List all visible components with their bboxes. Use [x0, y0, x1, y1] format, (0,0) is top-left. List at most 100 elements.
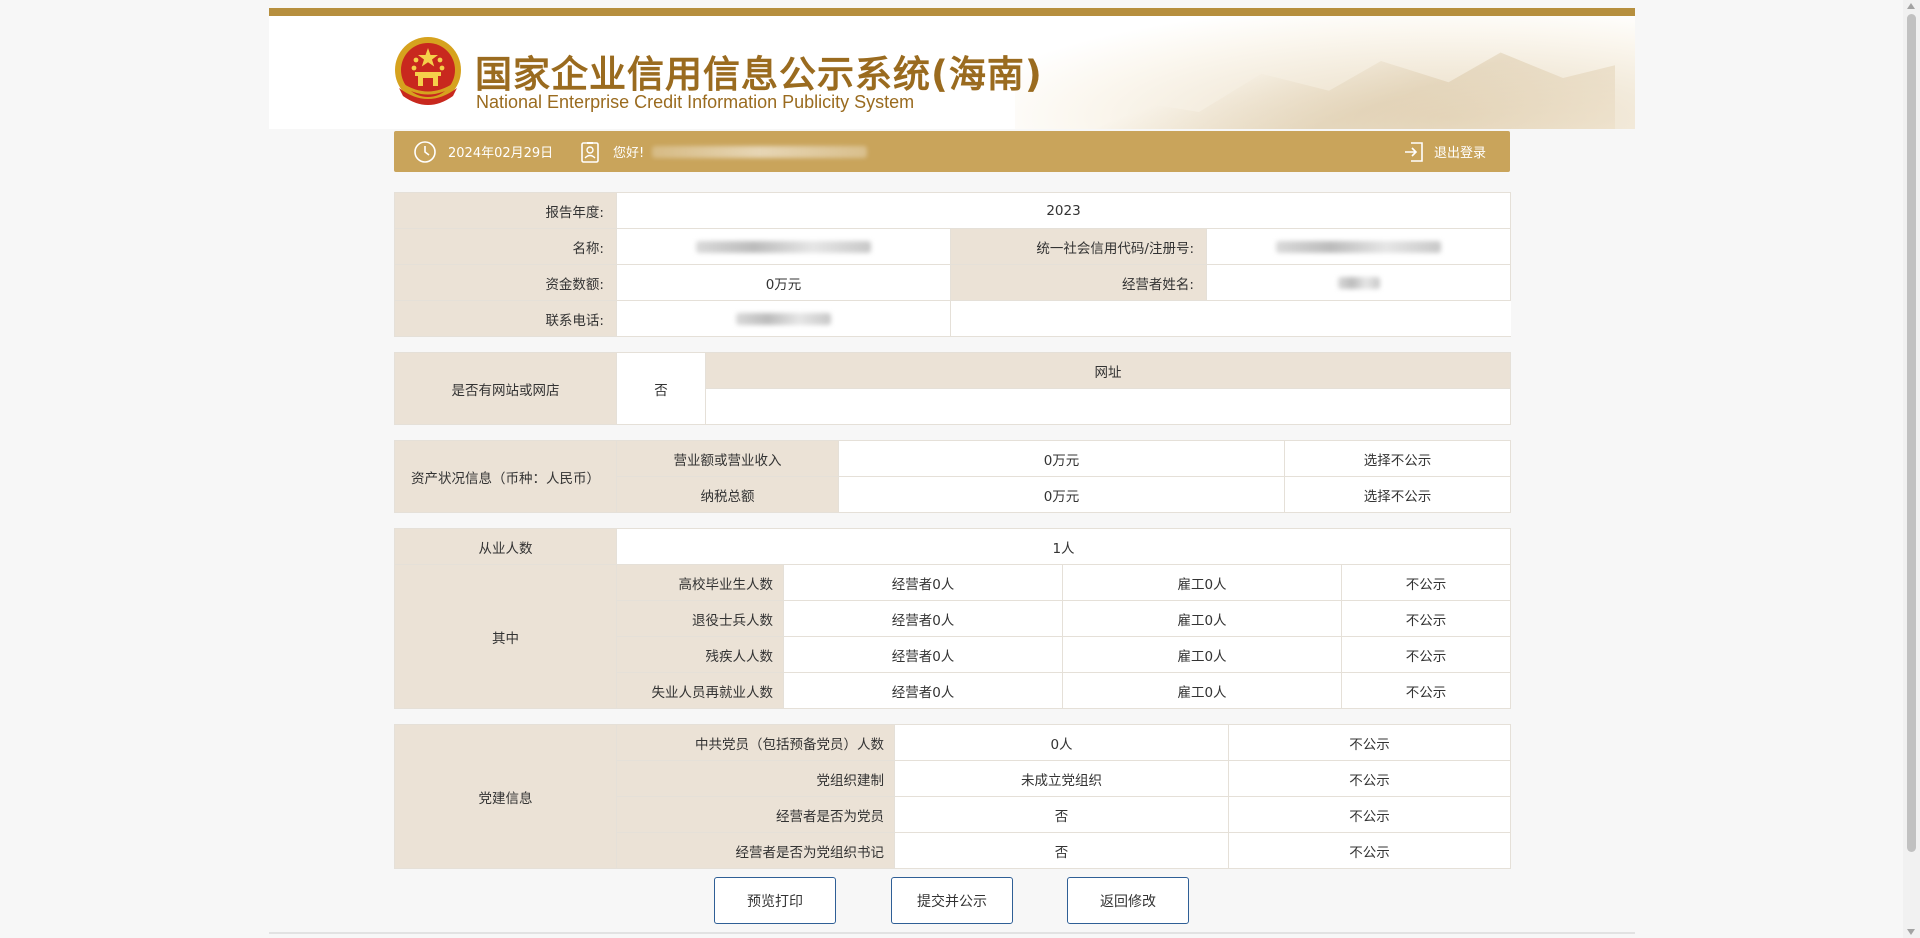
- website-url-header: 网址: [705, 352, 1511, 389]
- table-row: 是否有网站或网店 否 网址: [394, 352, 1511, 425]
- date-display: 2024年02月29日: [412, 131, 553, 172]
- phone-value: [616, 300, 951, 337]
- table-row: 资金数额: 0万元 经营者姓名:: [394, 264, 1512, 301]
- employees-count-value: 1人: [615, 528, 1512, 565]
- header-mountain-background: [1015, 16, 1635, 129]
- among-label: 其中: [394, 564, 617, 709]
- website-url-value: [705, 388, 1511, 425]
- name-label: 名称:: [394, 228, 617, 265]
- asset-item-label: 纳税总额: [616, 476, 839, 513]
- user-greeting: 您好!: [577, 131, 868, 172]
- operator-count: 经营者0人: [783, 600, 1063, 637]
- site-title-english: National Enterprise Credit Information P…: [476, 92, 915, 112]
- operator-count: 经营者0人: [783, 564, 1063, 601]
- vertical-scrollbar[interactable]: [1903, 0, 1920, 938]
- asset-item-value: 0万元: [838, 440, 1285, 477]
- table-row: 联系电话:: [394, 300, 1512, 337]
- national-emblem-icon: [395, 37, 461, 105]
- operator-name-label: 经营者姓名:: [950, 264, 1207, 301]
- credit-code-value: [1205, 228, 1512, 265]
- party-building-table: 党建信息 中共党员（包括预备党员）人数 0人 不公示 党组织建制 未成立党组织 …: [394, 724, 1511, 869]
- party-item-value: 0人: [894, 724, 1229, 761]
- table-row: 名称: 统一社会信用代码/注册号:: [394, 228, 1512, 265]
- scroll-down-arrow-icon[interactable]: [1907, 929, 1915, 935]
- has-website-label: 是否有网站或网店: [394, 352, 617, 425]
- asset-public-status: 选择不公示: [1284, 440, 1511, 477]
- employee-count: 雇工0人: [1062, 636, 1342, 673]
- employee-count: 雇工0人: [1062, 564, 1342, 601]
- assets-table: 资产状况信息（币种：人民币） 营业额或营业收入 0万元 选择不公示 纳税总额 0…: [394, 440, 1511, 513]
- username-redacted: [652, 145, 868, 158]
- asset-item-value: 0万元: [838, 476, 1285, 513]
- site-header: 国家企业信用信息公示系统(海南) National Enterprise Cre…: [269, 16, 1635, 129]
- party-item-value: 否: [894, 832, 1229, 869]
- capital-label: 资金数额:: [394, 264, 617, 301]
- party-public-status: 不公示: [1228, 724, 1511, 761]
- employees-count-label: 从业人数: [394, 528, 617, 565]
- clock-icon: [414, 140, 436, 163]
- bottom-divider: [269, 932, 1635, 934]
- employee-category-label: 高校毕业生人数: [616, 564, 784, 601]
- employee-category-label: 失业人员再就业人数: [616, 672, 784, 709]
- logout-label: 退出登录: [1433, 146, 1486, 161]
- basic-info-table: 报告年度: 2023 名称: 统一社会信用代码/注册号: 资金数额: 0万元 经…: [394, 192, 1512, 337]
- employees-table: 从业人数 1人 其中 高校毕业生人数 经营者0人 雇工0人 不公示 退役士兵人数…: [394, 528, 1512, 709]
- report-year-label: 报告年度:: [394, 192, 617, 229]
- party-item-label: 中共党员（包括预备党员）人数: [616, 724, 895, 761]
- empty-cell: [949, 300, 1512, 337]
- name-redacted: [696, 240, 871, 253]
- employee-count: 雇工0人: [1062, 672, 1342, 709]
- party-item-value: 未成立党组织: [894, 760, 1229, 797]
- phone-label: 联系电话:: [394, 300, 617, 337]
- has-website-value: 否: [616, 352, 706, 425]
- annual-report-form: 报告年度: 2023 名称: 统一社会信用代码/注册号: 资金数额: 0万元 经…: [394, 192, 1512, 869]
- user-info-bar: 2024年02月29日 您好! 退出登录: [394, 131, 1510, 172]
- party-public-status: 不公示: [1228, 760, 1511, 797]
- public-status: 不公示: [1340, 564, 1512, 601]
- operator-name-value: [1205, 264, 1512, 301]
- top-accent-bar: [269, 8, 1635, 16]
- party-section-label: 党建信息: [394, 724, 617, 869]
- credit-code-redacted: [1276, 240, 1441, 253]
- table-row: 资产状况信息（币种：人民币） 营业额或营业收入 0万元 选择不公示: [394, 440, 1511, 513]
- credit-code-label: 统一社会信用代码/注册号:: [950, 228, 1207, 265]
- employee-category-label: 退役士兵人数: [616, 600, 784, 637]
- scroll-up-arrow-icon[interactable]: [1907, 3, 1915, 9]
- assets-section-label: 资产状况信息（币种：人民币）: [394, 440, 617, 513]
- site-title-chinese: 国家企业信用信息公示系统(海南): [475, 53, 1043, 96]
- greeting-text: 您好!: [613, 146, 645, 161]
- operator-count: 经营者0人: [783, 636, 1063, 673]
- report-year-value: 2023: [615, 192, 1512, 229]
- party-item-label: 党组织建制: [616, 760, 895, 797]
- operator-count: 经营者0人: [783, 672, 1063, 709]
- public-status: 不公示: [1340, 672, 1512, 709]
- table-row: 党建信息 中共党员（包括预备党员）人数 0人 不公示: [394, 724, 1511, 869]
- public-status: 不公示: [1340, 636, 1512, 673]
- phone-redacted: [736, 312, 831, 325]
- current-date: 2024年02月29日: [448, 146, 554, 161]
- name-value: [616, 228, 951, 265]
- action-buttons: 预览打印 提交并公示 返回修改: [0, 877, 1920, 925]
- logout-link[interactable]: 退出登录: [1402, 131, 1486, 172]
- logout-icon: [1404, 141, 1423, 162]
- party-item-label: 经营者是否为党组织书记: [616, 832, 895, 869]
- asset-public-status: 选择不公示: [1284, 476, 1511, 513]
- table-row: 报告年度: 2023: [394, 192, 1512, 229]
- user-card-icon: [581, 141, 599, 163]
- submit-publish-button[interactable]: 提交并公示: [891, 877, 1013, 924]
- party-item-value: 否: [894, 796, 1229, 833]
- table-row: 其中 高校毕业生人数 经营者0人 雇工0人 不公示: [394, 564, 1512, 709]
- party-public-status: 不公示: [1228, 832, 1511, 869]
- operator-name-redacted: [1337, 276, 1380, 289]
- party-item-label: 经营者是否为党员: [616, 796, 895, 833]
- table-row: 从业人数 1人: [394, 528, 1512, 565]
- employee-category-label: 残疾人人数: [616, 636, 784, 673]
- back-edit-button[interactable]: 返回修改: [1067, 877, 1189, 924]
- website-table: 是否有网站或网店 否 网址: [394, 352, 1511, 425]
- scrollbar-thumb[interactable]: [1907, 14, 1916, 852]
- asset-item-label: 营业额或营业收入: [616, 440, 839, 477]
- party-public-status: 不公示: [1228, 796, 1511, 833]
- capital-value: 0万元: [616, 264, 951, 301]
- preview-print-button[interactable]: 预览打印: [714, 877, 836, 924]
- employee-count: 雇工0人: [1062, 600, 1342, 637]
